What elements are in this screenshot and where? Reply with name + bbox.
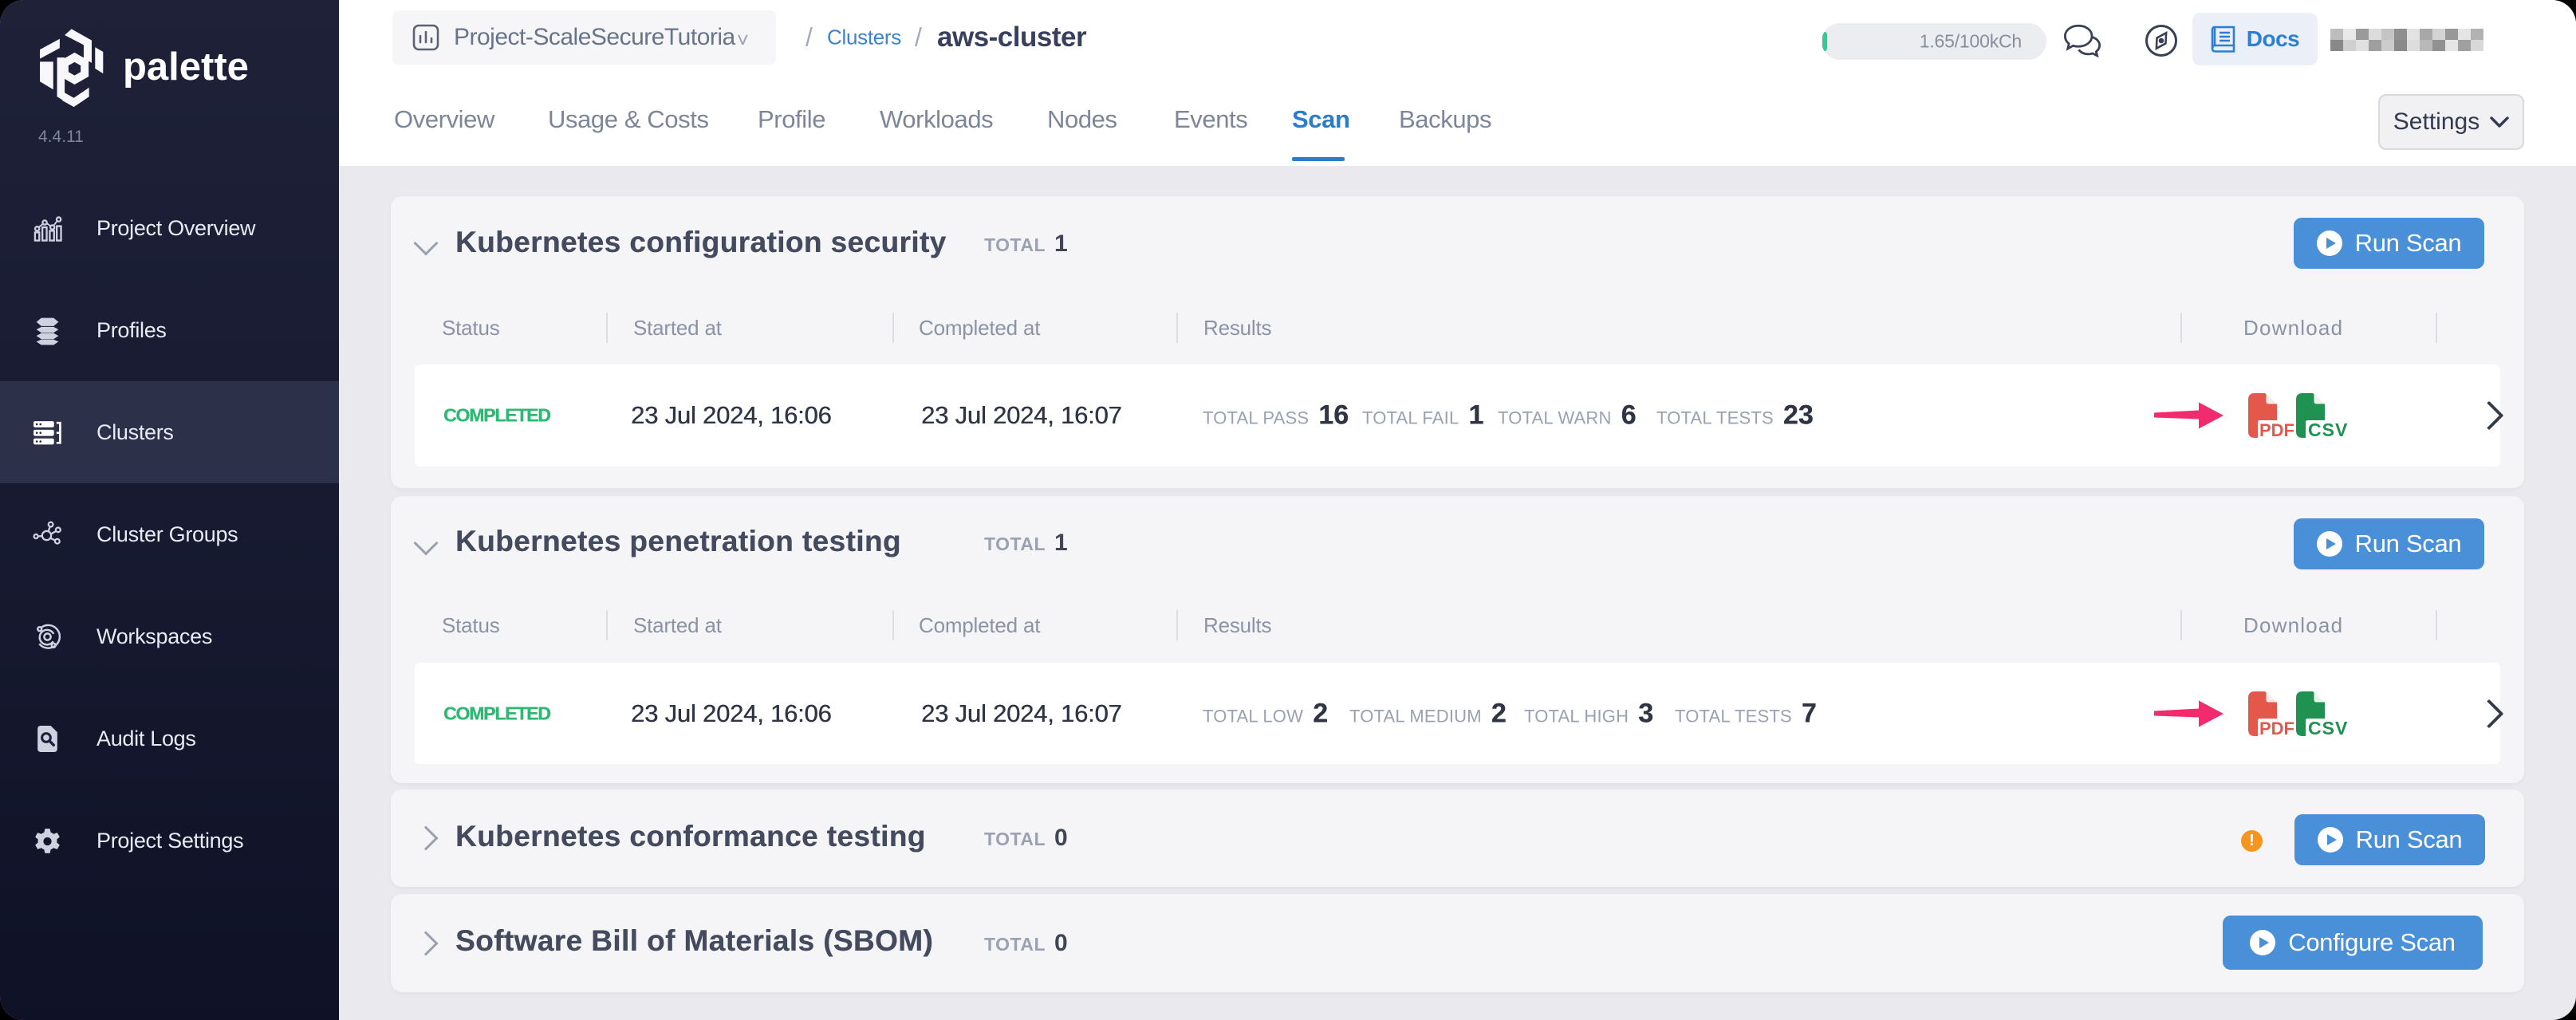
svg-text:PDF: PDF [2259, 420, 2294, 439]
svg-text:PDF: PDF [2259, 719, 2294, 738]
svg-text:CSV: CSV [2308, 419, 2348, 439]
svg-text:CSV: CSV [2308, 718, 2348, 738]
